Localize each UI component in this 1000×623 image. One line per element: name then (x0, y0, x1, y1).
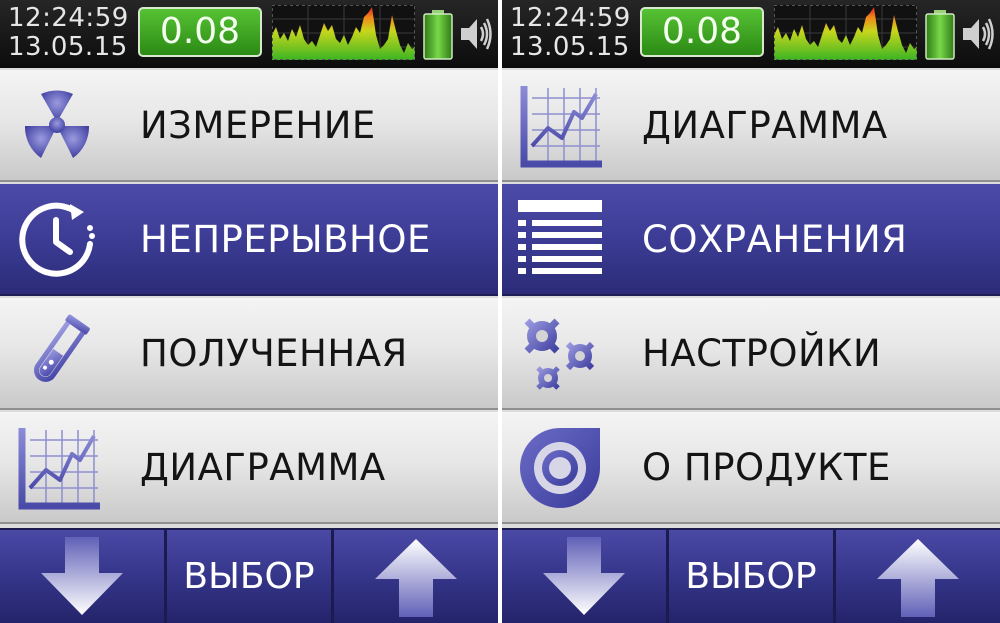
menu-item[interactable]: ПОЛУЧЕННАЯ (0, 298, 498, 410)
gears-icon (516, 312, 602, 396)
list-icon (516, 198, 602, 282)
menu-item-label: ИЗМЕРЕНИЕ (140, 104, 376, 147)
dose-rate-display[interactable]: 0.08 (640, 7, 764, 57)
menu-screen-right: 12:24:59 13.05.15 0.08 ДИАГРАММА СОХРАНЕНИЯ Н… (502, 0, 1000, 623)
menu-item[interactable]: НАСТРОЙКИ (502, 298, 1000, 410)
radiation-history-graph-icon (271, 4, 416, 61)
dose-rate-display[interactable]: 0.08 (138, 7, 262, 57)
bottom-button-bar: ВЫБОР (502, 528, 1000, 623)
battery-icon (423, 10, 453, 60)
menu-item-label: ДИАГРАММА (140, 446, 386, 489)
menu-item-label: СОХРАНЕНИЯ (642, 218, 908, 261)
battery-icon (925, 10, 955, 60)
menu-item[interactable]: ДИАГРАММА (0, 412, 498, 524)
time-text: 12:24:59 (8, 3, 129, 33)
device-screens: 12:24:59 13.05.15 0.08 ИЗМЕРЕНИЕ НЕПРЕРЫВНОЕ… (0, 0, 1000, 623)
clock: 12:24:59 13.05.15 (510, 4, 631, 62)
scroll-down-button[interactable] (0, 530, 164, 623)
menu-item-label: НЕПРЕРЫВНОЕ (140, 218, 431, 261)
scroll-up-button[interactable] (334, 530, 498, 623)
menu-item-selected[interactable]: НЕПРЕРЫВНОЕ (0, 184, 498, 296)
chart-icon (14, 426, 100, 510)
speaker-icon[interactable] (961, 14, 995, 54)
clock: 12:24:59 13.05.15 (8, 4, 129, 62)
radiation-history-graph-icon (773, 4, 918, 61)
status-bar: 12:24:59 13.05.15 0.08 (0, 0, 498, 68)
menu-item-label: ПОЛУЧЕННАЯ (140, 332, 408, 375)
select-button[interactable]: ВЫБОР (167, 530, 331, 623)
product-logo-icon (516, 426, 602, 510)
speaker-icon[interactable] (459, 14, 493, 54)
select-button[interactable]: ВЫБОР (669, 530, 833, 623)
bottom-button-bar: ВЫБОР (0, 528, 498, 623)
scroll-down-button[interactable] (502, 530, 666, 623)
menu-item-label: ДИАГРАММА (642, 104, 888, 147)
timer-icon (14, 198, 100, 282)
menu-item[interactable]: О ПРОДУКТЕ (502, 412, 1000, 524)
status-bar: 12:24:59 13.05.15 0.08 (502, 0, 1000, 68)
scroll-up-button[interactable] (836, 530, 1000, 623)
menu-item[interactable]: ДИАГРАММА (502, 70, 1000, 182)
menu-item-label: НАСТРОЙКИ (642, 332, 882, 375)
menu-item-selected[interactable]: СОХРАНЕНИЯ (502, 184, 1000, 296)
menu-item[interactable]: ИЗМЕРЕНИЕ (0, 70, 498, 182)
chart-icon (516, 84, 602, 168)
radiation-icon (14, 84, 100, 168)
select-button-label: ВЫБОР (183, 556, 315, 597)
test-tube-icon (14, 312, 100, 396)
time-text: 12:24:59 (510, 3, 631, 33)
select-button-label: ВЫБОР (685, 556, 817, 597)
menu-screen-left: 12:24:59 13.05.15 0.08 ИЗМЕРЕНИЕ НЕПРЕРЫВНОЕ… (0, 0, 498, 623)
menu-item-label: О ПРОДУКТЕ (642, 446, 891, 489)
date-text: 13.05.15 (510, 32, 630, 62)
date-text: 13.05.15 (8, 32, 128, 62)
